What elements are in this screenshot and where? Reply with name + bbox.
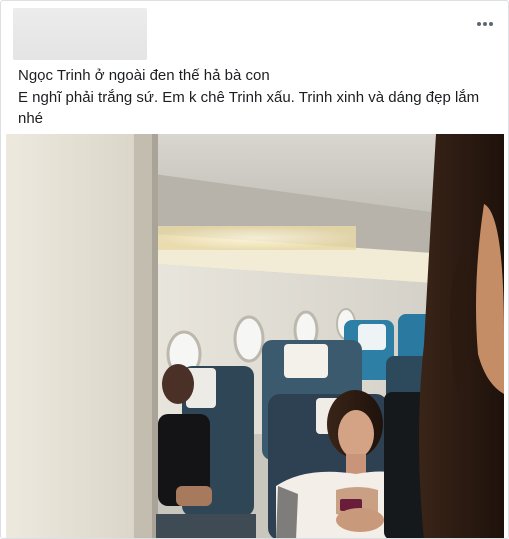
post-photo[interactable] xyxy=(6,134,504,538)
author-header-redacted xyxy=(13,8,147,60)
caption-line-2: E nghĩ phải trắng sứ. Em k chê Trinh xấu… xyxy=(18,89,480,127)
more-options-icon[interactable] xyxy=(476,15,494,33)
caption-line-1: Ngọc Trinh ở ngoài đen thế hả bà con xyxy=(18,67,270,84)
post-caption: Ngọc Trinh ở ngoài đen thế hả bà con E n… xyxy=(18,65,488,130)
post-card: Ngọc Trinh ở ngoài đen thế hả bà con E n… xyxy=(0,0,509,539)
airplane-cabin-photo xyxy=(6,134,504,538)
more-horizontal-icon xyxy=(477,22,493,26)
